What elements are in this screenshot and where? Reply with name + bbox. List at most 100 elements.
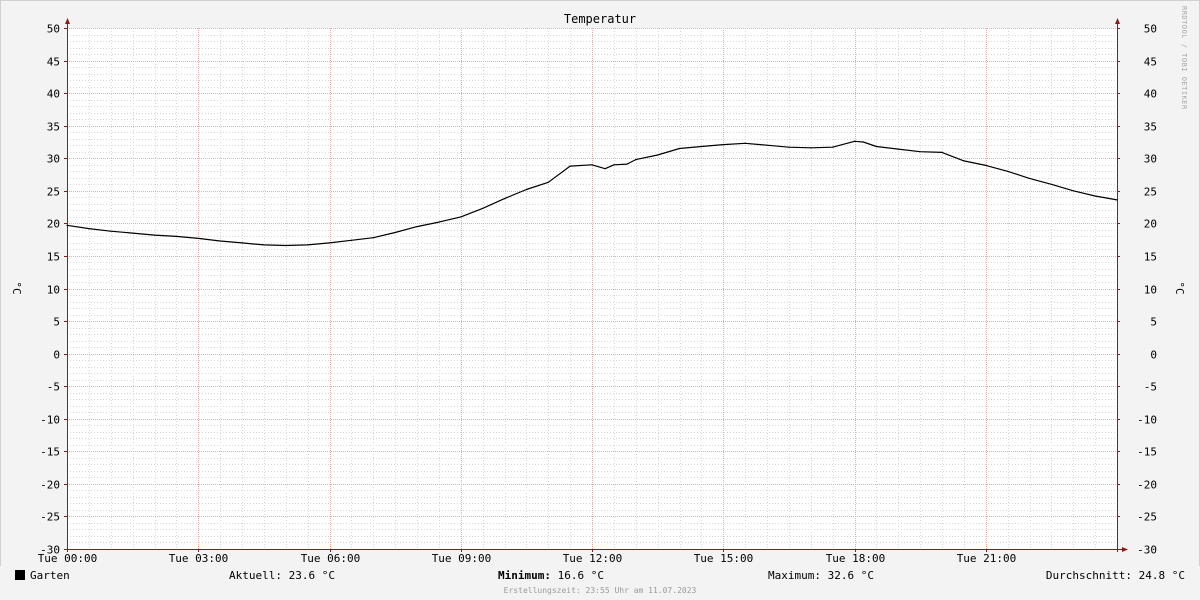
y-tick-label-right: 40 <box>1144 88 1157 101</box>
data-point <box>197 237 199 239</box>
y-tick-label-left: 50 <box>47 23 60 36</box>
data-point <box>1028 177 1031 179</box>
y-tick-label-left: 10 <box>47 284 60 297</box>
data-point <box>1094 195 1096 197</box>
y-axis-right-arrow <box>1115 18 1120 24</box>
x-tick-label: Tue 18:00 <box>826 552 886 565</box>
creation-time: Erstellungszeit: 23:55 Uhr am 11.07.2023 <box>503 586 697 595</box>
y-tick-label-right: 45 <box>1144 56 1157 69</box>
data-point <box>678 147 681 150</box>
legend-label: Garten <box>30 569 70 582</box>
y-tick-label-right: -15 <box>1137 446 1157 459</box>
data-point <box>328 242 331 244</box>
data-point <box>132 232 134 234</box>
data-point <box>503 198 506 200</box>
stat-minimum-value: 16.6 °C <box>550 569 604 582</box>
data-point <box>613 164 615 166</box>
y-tick-label-left: 20 <box>47 218 60 231</box>
y-axis-label-left: °C <box>10 281 23 294</box>
data-point <box>1116 199 1118 201</box>
data-point <box>307 244 309 246</box>
data-point <box>941 151 943 153</box>
x-tick-label: Tue 21:00 <box>957 552 1017 565</box>
data-point <box>744 142 746 144</box>
stat-average: Durchschnitt: 24.8 °C <box>1045 569 1185 582</box>
data-point <box>604 168 606 170</box>
stat-minimum: Minimum: 16.6 °C <box>498 569 604 582</box>
y-tick-label-left: -5 <box>47 381 60 394</box>
y-tick-label-left: 40 <box>47 88 60 101</box>
grid-lines <box>67 28 1118 550</box>
x-axis-arrow <box>1122 547 1128 552</box>
y-tick-label-left: 35 <box>47 121 60 134</box>
data-point <box>241 242 243 244</box>
y-tick-label-right: 25 <box>1144 186 1157 199</box>
y-tick-label-left: 45 <box>47 56 60 69</box>
y-tick-label-left: -10 <box>40 414 60 427</box>
rrdtool-watermark: RRDTOOL / TOBI OETIKER <box>1180 6 1200 146</box>
data-point <box>263 244 265 246</box>
x-tick-label: Tue 15:00 <box>694 552 754 565</box>
data-point <box>1007 170 1009 172</box>
data-point <box>853 140 856 142</box>
data-point <box>788 146 790 148</box>
stat-current: Aktuell: 23.6 °C <box>229 569 335 582</box>
data-point <box>626 163 628 165</box>
stat-maximum: Maximum: 32.6 °C <box>768 569 874 582</box>
data-point <box>525 188 528 191</box>
y-tick-label-left: 30 <box>47 153 60 166</box>
y-tick-label-left: -15 <box>40 446 60 459</box>
y-tick-label-left: 0 <box>53 349 60 362</box>
x-tick-label: Tue 09:00 <box>432 552 492 565</box>
data-point <box>985 164 987 166</box>
y-tick-label-right: 35 <box>1144 121 1157 134</box>
y-tick-label-right: -30 <box>1137 544 1157 557</box>
data-point <box>897 148 899 150</box>
data-point <box>875 145 878 148</box>
data-point <box>722 144 724 146</box>
y-tick-label-right: 10 <box>1144 284 1157 297</box>
x-tick-label: Tue 06:00 <box>301 552 361 565</box>
data-point <box>482 207 484 209</box>
temperature-chart: 50 5045 4540 4035 3530 3025 2520 2015 1510 105 50 0… <box>0 0 1200 566</box>
y-tick-label-left: 25 <box>47 186 60 199</box>
chart-footer: Garten Aktuell: 23.6 °C Minimum: 16.6 °C… <box>0 566 1200 600</box>
y-tick-label-right: 15 <box>1144 251 1157 264</box>
y-tick-label-right: 0 <box>1150 349 1157 362</box>
data-point <box>219 240 221 242</box>
legend-swatch <box>15 570 25 580</box>
chart-frame: 50 50 45 45 40 40 35 35 30 30 25 25 20 20 15 15 10 10 5 5 0 0… <box>0 0 1200 600</box>
data-point <box>862 141 864 143</box>
y-axis-left-arrow <box>65 18 70 24</box>
y-tick-label-right: -25 <box>1137 511 1157 524</box>
data-point <box>547 181 549 183</box>
data-point <box>1050 183 1052 185</box>
y-tick-label-left: 15 <box>47 251 60 264</box>
data-point <box>175 235 177 237</box>
data-point <box>394 231 396 234</box>
watermark-text: RRDTOOL / TOBI OETIKER <box>1180 6 1188 110</box>
y-tick-label-right: -20 <box>1137 479 1157 492</box>
y-tick-label-right: 5 <box>1150 316 1157 329</box>
y-tick-label-right: -5 <box>1144 381 1157 394</box>
y-axis-label-right: °C <box>1173 281 1186 294</box>
data-point <box>88 228 90 230</box>
data-point <box>700 145 703 148</box>
data-point <box>416 226 418 228</box>
data-point <box>350 239 352 241</box>
data-point <box>766 144 768 146</box>
data-point <box>657 154 659 156</box>
x-tick-label: Tue 03:00 <box>169 552 229 565</box>
x-tick-label: Tue 00:00 <box>38 552 98 565</box>
chart-title: Temperatur <box>564 12 636 26</box>
data-point <box>438 221 440 223</box>
data-point <box>591 164 593 166</box>
data-point <box>919 151 921 153</box>
y-tick-label-right: -10 <box>1137 414 1157 427</box>
stat-minimum-label: Minimum: <box>498 569 551 582</box>
x-tick-label: Tue 12:00 <box>563 552 623 565</box>
data-point <box>635 159 637 161</box>
data-point <box>832 146 834 148</box>
y-tick-label-left: -25 <box>40 511 60 524</box>
y-tick-label-right: 30 <box>1144 153 1157 166</box>
